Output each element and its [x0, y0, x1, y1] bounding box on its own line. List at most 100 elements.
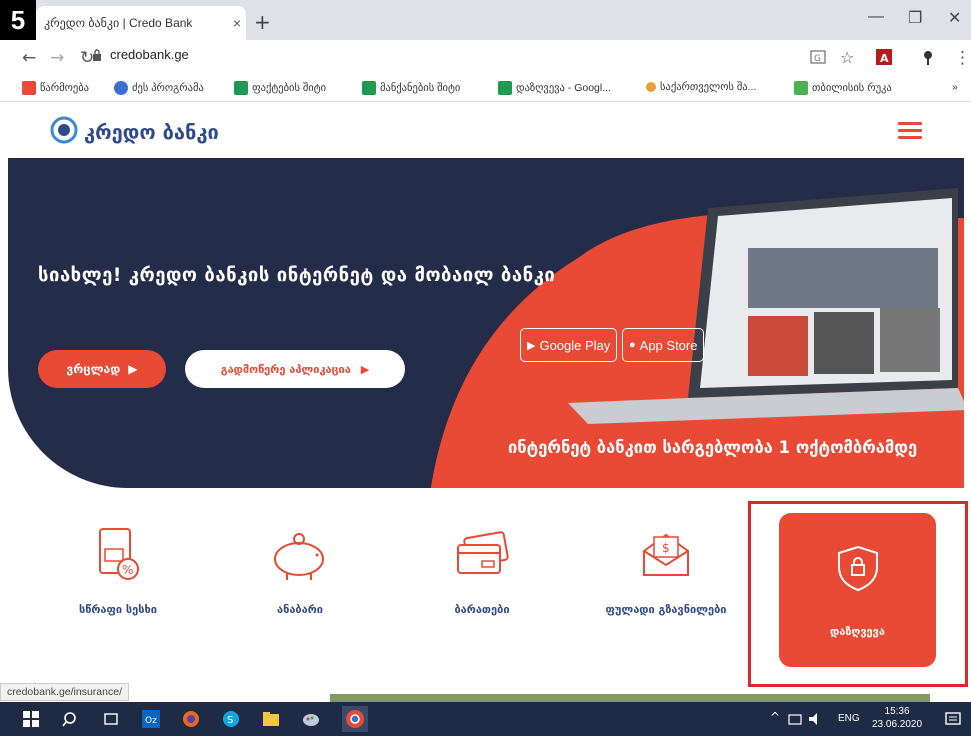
service-cards[interactable]: ბარათები [412, 525, 552, 616]
google-play-label: Google Play [539, 337, 611, 353]
back-arrow-icon[interactable]: ← [22, 48, 36, 68]
skype-icon[interactable]: S [222, 710, 240, 728]
minimize-button[interactable]: — [868, 8, 884, 26]
app-store-badge[interactable]: ● App Store [622, 328, 705, 362]
forward-arrow-icon[interactable]: → [50, 48, 64, 68]
extension-icon[interactable] [920, 49, 936, 65]
windows-start-icon[interactable] [22, 710, 40, 728]
step-number-badge: 5 [0, 0, 36, 40]
notifications-icon[interactable] [944, 710, 962, 728]
service-label: ანაბარი [277, 603, 323, 616]
pdf-extension-icon[interactable]: A [876, 49, 892, 65]
tab-title: კრედო ბანკი | Credo Bank [44, 16, 193, 30]
address-bar[interactable]: credobank.ge [110, 47, 189, 62]
svg-text:A: A [880, 52, 889, 65]
piggy-bank-icon [274, 533, 324, 580]
bookmark-item[interactable]: მანქანების შიტი [362, 81, 460, 95]
clock-date: 23.06.2020 [872, 719, 923, 730]
bookmark-label: წარმოება [40, 82, 89, 94]
site-logo-text[interactable]: კრედო ბანკი [84, 120, 219, 144]
sheets-icon [362, 81, 376, 95]
chrome-icon[interactable] [342, 706, 368, 732]
bookmark-label: საქართველოს შა... [660, 81, 757, 93]
star-icon[interactable]: ☆ [840, 48, 854, 67]
download-app-label: გადმოწერე აპლიკაცია [220, 362, 351, 376]
tab-close-icon[interactable]: × [228, 15, 246, 31]
browser-tab[interactable]: კრედო ბანკი | Credo Bank × [36, 6, 246, 40]
windows-taskbar: Oz S ^ ENG 15:36 23.06.2020 [0, 702, 971, 736]
status-bar-url: credobank.ge/insurance/ [0, 683, 129, 701]
bookmark-item[interactable]: ფაქტების შიტი [234, 81, 326, 95]
service-label: ფულადი გზავნილები [605, 603, 727, 616]
service-label: სწრაფი სესხი [79, 603, 157, 616]
close-window-button[interactable]: ✕ [948, 8, 961, 28]
bookmark-item[interactable]: დაზღვევა - Googl... [498, 81, 611, 95]
outlook-icon[interactable]: Oz [142, 710, 160, 728]
loan-icon: % [99, 528, 139, 580]
clock-time: 15:36 [884, 706, 910, 717]
laptop-illustration [568, 188, 964, 424]
site-header: კრედო ბანკი [0, 102, 971, 158]
chevron-right-icon: ▶ [128, 362, 138, 376]
new-tab-button[interactable]: + [254, 10, 271, 34]
credo-logo-icon[interactable] [50, 116, 78, 144]
bookmark-label: მანქანების შიტი [380, 82, 461, 94]
volume-icon[interactable] [808, 710, 822, 728]
bookmarks-overflow-button[interactable]: » [952, 81, 958, 93]
firefox-icon[interactable] [182, 710, 200, 728]
download-app-button[interactable]: გადმოწერე აპლიკაცია ▶ [185, 350, 405, 388]
hero-caption: ინტერნეტ ბანკით სარგებლობა 1 ოქტომბრამდე [508, 438, 918, 457]
app-store-label: App Store [639, 337, 698, 353]
browser-tab-bar: 5 კრედო ბანკი | Credo Bank × + — ❐ ✕ [0, 0, 971, 40]
service-loan[interactable]: % სწრაფი სესხი [48, 525, 188, 616]
service-label: ბარათები [454, 603, 510, 616]
highlight-annotation-box [748, 501, 968, 687]
cards-icon [457, 531, 509, 574]
svg-text:Oz: Oz [145, 716, 157, 726]
footer-image-strip [330, 694, 930, 702]
bookmark-item[interactable]: წარმოება [22, 81, 89, 95]
bookmark-label: დაზღვევა - Googl... [516, 82, 611, 94]
hero-title: სიახლე! კრედო ბანკის ინტერნეტ და მობაილ … [38, 265, 556, 286]
network-icon[interactable] [788, 710, 802, 728]
service-deposit[interactable]: ანაბარი [230, 525, 370, 616]
maximize-button[interactable]: ❐ [908, 8, 922, 28]
money-transfer-icon: $ [643, 533, 689, 576]
tray-chevron-icon[interactable]: ^ [770, 710, 780, 724]
bookmark-item[interactable]: თბილისის რუკა [794, 81, 892, 95]
svg-text:%: % [122, 563, 133, 577]
file-explorer-icon[interactable] [262, 710, 280, 728]
read-more-button[interactable]: ვრცლად ▶ [38, 350, 166, 388]
bookmark-label: ძეს პროგრამა [132, 82, 204, 94]
search-icon[interactable] [62, 710, 80, 728]
browser-menu-icon[interactable]: ⋮ [954, 48, 971, 68]
bookmark-item[interactable]: ძეს პროგრამა [114, 81, 204, 95]
play-triangle-icon: ▶ [527, 339, 536, 352]
maps-icon [794, 81, 808, 95]
bookmark-label: ფაქტების შიტი [252, 82, 327, 94]
lock-icon [93, 49, 101, 61]
service-transfers[interactable]: $ ფულადი გზავნილები [596, 525, 736, 616]
google-play-badge[interactable]: ▶ Google Play [520, 328, 618, 362]
sheets-icon [498, 81, 512, 95]
read-more-label: ვრცლად [66, 362, 121, 376]
paint-icon[interactable] [302, 710, 320, 728]
translate-icon[interactable]: G [810, 49, 826, 65]
browser-toolbar: ← → ↻ credobank.ge G ☆ A ⋮ [0, 40, 971, 76]
svg-text:G: G [814, 54, 821, 64]
hamburger-menu-icon[interactable] [898, 122, 922, 140]
bookmark-item[interactable]: საქართველოს შა... [646, 81, 756, 93]
bookmark-icon [646, 82, 656, 92]
taskbar-clock[interactable]: 15:36 23.06.2020 [872, 705, 922, 731]
apps-icon [22, 81, 36, 95]
chevron-right-icon: ▶ [360, 362, 370, 376]
svg-text:S: S [227, 715, 233, 726]
apple-icon: ● [629, 339, 636, 351]
sheets-icon [234, 81, 248, 95]
hero-banner: სიახლე! კრედო ბანკის ინტერნეტ და მობაილ … [8, 158, 964, 488]
svg-text:$: $ [662, 541, 670, 555]
language-indicator[interactable]: ENG [838, 713, 860, 724]
bookmark-label: თბილისის რუკა [812, 82, 892, 94]
bookmarks-bar: წარმოება ძეს პროგრამა ფაქტების შიტი მანქ… [0, 76, 971, 102]
task-view-icon[interactable] [102, 710, 120, 728]
